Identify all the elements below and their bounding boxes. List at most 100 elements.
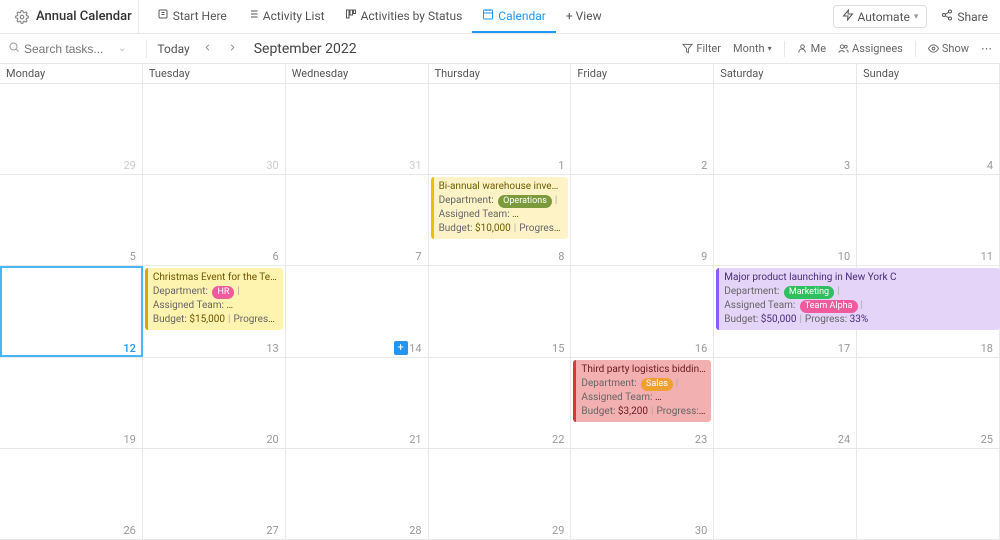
calendar-cell[interactable]: 17Major product launching in New York CD… [714, 266, 857, 356]
team-chip: Team Delta [228, 300, 277, 313]
date-number: 6 [273, 250, 279, 263]
calendar-cell[interactable] [857, 449, 1000, 539]
more-button[interactable]: ⋯ [981, 42, 992, 55]
event-card[interactable]: Major product launching in New York CDep… [716, 268, 1000, 330]
calendar-cell[interactable]: 7 [286, 175, 429, 265]
date-number: 23 [695, 433, 707, 446]
tab-activities-by-status[interactable]: Activities by Status [335, 0, 473, 33]
calendar-cell[interactable]: 3 [714, 84, 857, 174]
prev-month-button[interactable] [200, 42, 215, 56]
calendar-cell[interactable]: 19 [0, 358, 143, 448]
calendar-cell[interactable]: 27 [143, 449, 286, 539]
calendar-cell[interactable]: 30 [571, 449, 714, 539]
search-input[interactable] [24, 42, 104, 56]
search-box[interactable]: ⌄ [8, 41, 136, 56]
calendar-cell[interactable]: 20 [143, 358, 286, 448]
event-title: Third party logistics bidding activity [581, 363, 706, 377]
calendar-cell[interactable]: 11 [857, 175, 1000, 265]
event-card[interactable]: Christmas Event for the Team MemberDepar… [145, 268, 283, 330]
calendar-cell[interactable]: 13Christmas Event for the Team MemberDep… [143, 266, 286, 356]
date-number: 24 [838, 433, 850, 446]
event-card[interactable]: Third party logistics bidding activityDe… [573, 360, 711, 422]
date-number: 3 [844, 159, 850, 172]
calendar-cell[interactable]: 26 [0, 449, 143, 539]
date-number: 25 [981, 433, 993, 446]
calendar-cell[interactable]: 21 [286, 358, 429, 448]
event-team: Assigned Team: Team Chi| [581, 391, 706, 405]
filter-button[interactable]: Filter [682, 42, 721, 55]
calendar-cell[interactable]: +14 [286, 266, 429, 356]
calendar-cell[interactable]: 10 [714, 175, 857, 265]
calendar-cell[interactable]: 9 [571, 175, 714, 265]
search-icon [8, 41, 20, 56]
bolt-icon [842, 9, 854, 24]
date-number: 10 [838, 250, 850, 263]
add-event-button[interactable]: + [394, 341, 408, 355]
event-team: Assigned Team: Team Alpha| [724, 299, 995, 313]
week-row: 293031 12 34 [0, 84, 1000, 175]
calendar: MondayTuesdayWednesdayThursdayFridaySatu… [0, 64, 1000, 540]
calendar-cell[interactable]: 8Bi-annual warehouse inventory for spaDe… [429, 175, 572, 265]
calendar-cell[interactable]: 31 [286, 84, 429, 174]
calendar-cell[interactable]: 29 [0, 84, 143, 174]
show-button[interactable]: Show [928, 42, 969, 55]
week-row: 1213Christmas Event for the Team MemberD… [0, 266, 1000, 357]
calendar-cell[interactable]: 30 [143, 84, 286, 174]
date-number: 30 [695, 524, 707, 537]
date-number: 18 [981, 342, 993, 355]
calendar-cell[interactable]: 28 [286, 449, 429, 539]
settings-icon[interactable] [14, 9, 30, 25]
calendar-cell[interactable]: 16 [571, 266, 714, 356]
tab-label: Start Here [173, 9, 227, 23]
event-dept: Department: Operations| [439, 194, 564, 208]
tab-calendar[interactable]: Calendar [472, 0, 556, 33]
next-month-button[interactable] [225, 42, 240, 56]
event-title: Christmas Event for the Team Member [153, 271, 278, 285]
tab-icon [247, 8, 259, 23]
automate-button[interactable]: Automate ▾ [833, 5, 928, 28]
tab-start-here[interactable]: Start Here [147, 0, 237, 33]
date-number: 27 [266, 524, 278, 537]
caret-down-icon: ▾ [768, 44, 772, 53]
calendar-cell[interactable]: 2 [571, 84, 714, 174]
tab-icon [482, 8, 494, 23]
share-button[interactable]: Share [937, 6, 992, 27]
calendar-cell[interactable]: 24 [714, 358, 857, 448]
calendar-cell[interactable]: 4 [857, 84, 1000, 174]
day-headers: MondayTuesdayWednesdayThursdayFridaySatu… [0, 64, 1000, 84]
event-card[interactable]: Bi-annual warehouse inventory for spaDep… [431, 177, 569, 239]
day-header: Sunday [857, 64, 1000, 83]
month-title: September 2022 [254, 41, 357, 57]
week-row: 5 678Bi-annual warehouse inventory for sp… [0, 175, 1000, 266]
week-row: 26 27 2829 30 [0, 449, 1000, 540]
share-label: Share [957, 10, 988, 24]
toolbar: ⌄ Today September 2022 Filter Month ▾ Me… [0, 34, 1000, 64]
chevron-down-icon[interactable]: ⌄ [108, 43, 136, 54]
event-dept: Department: Sales| [581, 377, 706, 391]
tab-icon [345, 8, 357, 23]
event-title: Major product launching in New York C [724, 271, 995, 285]
calendar-cell[interactable]: 25 [857, 358, 1000, 448]
event-meta: Budget: $15,000|Progress: 60% [153, 313, 278, 327]
dept-chip: HR [212, 286, 234, 299]
automate-label: Automate [858, 10, 910, 24]
date-number: 1 [558, 159, 564, 172]
calendar-cell[interactable]: 12 [0, 266, 143, 356]
calendar-cell[interactable]: 15 [429, 266, 572, 356]
calendar-cell[interactable]: 22 [429, 358, 572, 448]
calendar-cell[interactable]: 23 Third party logistics bidding activity… [571, 358, 714, 448]
me-filter[interactable]: Me [797, 42, 826, 55]
calendar-cell[interactable]: 1 [429, 84, 572, 174]
month-selector[interactable]: Month ▾ [733, 42, 772, 55]
assignees-filter[interactable]: Assignees [838, 42, 903, 55]
calendar-cell[interactable]: 29 [429, 449, 572, 539]
today-button[interactable]: Today [157, 42, 189, 56]
calendar-cell[interactable] [714, 449, 857, 539]
tab--view[interactable]: + View [556, 0, 612, 33]
toolbar-right: Filter Month ▾ Me Assignees Show ⋯ [682, 41, 992, 57]
tab-label: Activities by Status [361, 9, 463, 23]
team-chip: Team Beta [514, 209, 563, 222]
calendar-cell[interactable]: 5 [0, 175, 143, 265]
tab-activity-list[interactable]: Activity List [237, 0, 335, 33]
calendar-cell[interactable]: 6 [143, 175, 286, 265]
